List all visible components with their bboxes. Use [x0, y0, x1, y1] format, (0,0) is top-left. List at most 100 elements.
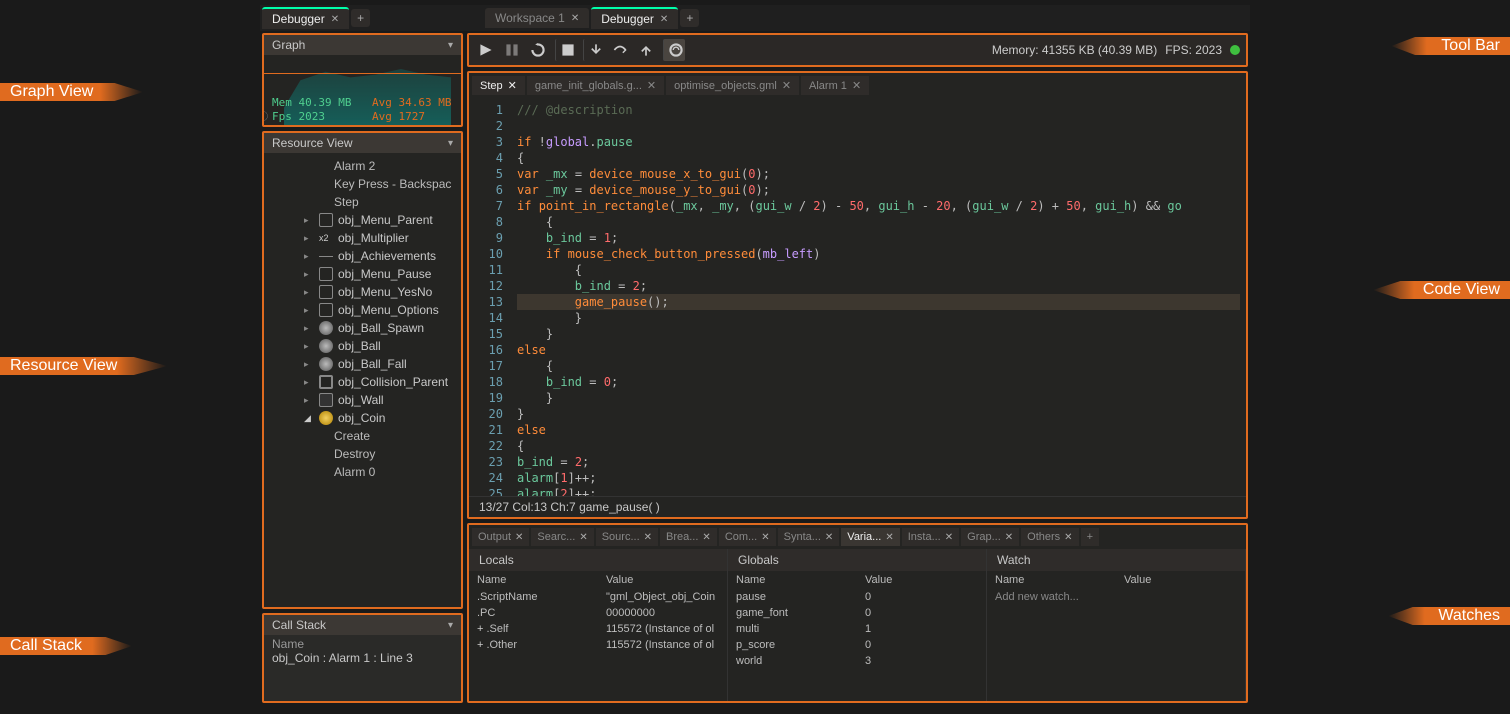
- bottom-tab[interactable]: Sourc...✕: [596, 528, 658, 546]
- watch-row[interactable]: multi1: [728, 621, 986, 637]
- resource-tree[interactable]: Alarm 2Key Press - BackspacStep▸obj_Menu…: [264, 153, 461, 607]
- tree-arrow-icon[interactable]: ◢: [304, 413, 314, 424]
- tree-event[interactable]: Alarm 0: [264, 463, 461, 481]
- close-icon[interactable]: ✕: [702, 532, 710, 543]
- add-tab-button[interactable]: +: [680, 9, 699, 27]
- tree-arrow-icon[interactable]: ▸: [304, 215, 314, 226]
- tree-event[interactable]: Destroy: [264, 445, 461, 463]
- ball-icon: [319, 339, 333, 353]
- close-icon[interactable]: ✕: [1005, 532, 1013, 543]
- close-icon[interactable]: ✕: [508, 79, 517, 92]
- tree-arrow-icon[interactable]: ▸: [304, 305, 314, 316]
- code-tab[interactable]: game_init_globals.g...✕: [527, 76, 664, 95]
- tree-event[interactable]: Key Press - Backspac: [264, 175, 461, 193]
- close-icon[interactable]: ✕: [579, 532, 587, 543]
- tree-item[interactable]: ▸x2obj_Multiplier: [264, 229, 461, 247]
- tree-arrow-icon[interactable]: ▸: [304, 341, 314, 352]
- close-icon[interactable]: ✕: [885, 532, 893, 543]
- tree-item[interactable]: ◢obj_Coin: [264, 409, 461, 427]
- close-icon[interactable]: ✕: [331, 14, 339, 25]
- tree-item[interactable]: ▸obj_Menu_Parent: [264, 211, 461, 229]
- close-icon[interactable]: ✕: [571, 13, 579, 24]
- code-tab[interactable]: optimise_objects.gml✕: [666, 76, 799, 95]
- watch-row[interactable]: +.Other115572 (Instance of ol: [469, 637, 727, 653]
- bottom-tab[interactable]: Others✕: [1021, 528, 1078, 546]
- tree-arrow-icon[interactable]: ▸: [304, 269, 314, 280]
- close-icon[interactable]: ✕: [761, 532, 769, 543]
- stop-button[interactable]: [555, 39, 577, 61]
- graph-header[interactable]: Graph ▾: [264, 35, 461, 55]
- bottom-tab[interactable]: Searc...✕: [531, 528, 593, 546]
- add-watch-placeholder[interactable]: Add new watch...: [987, 589, 1245, 605]
- bottom-tab[interactable]: Insta...✕: [902, 528, 959, 546]
- add-tab-button[interactable]: +: [351, 9, 370, 27]
- watch-row[interactable]: game_font0: [728, 605, 986, 621]
- tree-item[interactable]: ▸obj_Wall: [264, 391, 461, 409]
- pause-button[interactable]: [501, 39, 523, 61]
- code-editor[interactable]: 1234567891011121314151617181920212223242…: [469, 98, 1246, 496]
- step-out-button[interactable]: [635, 39, 657, 61]
- watch-row[interactable]: .ScriptName"gml_Object_obj_Coin: [469, 589, 727, 605]
- tree-event[interactable]: Alarm 2: [264, 157, 461, 175]
- restart-button[interactable]: [527, 39, 549, 61]
- bottom-tab[interactable]: Varia...✕: [841, 528, 899, 546]
- help-icon[interactable]: ⓘ: [262, 108, 268, 123]
- coin-icon: [319, 411, 333, 425]
- tree-item[interactable]: ▸obj_Menu_Options: [264, 301, 461, 319]
- watch-row[interactable]: +.Self115572 (Instance of ol: [469, 621, 727, 637]
- tab-debugger-left[interactable]: Debugger✕: [262, 7, 349, 29]
- tree-arrow-icon[interactable]: ▸: [304, 359, 314, 370]
- tree-arrow-icon[interactable]: ▸: [304, 377, 314, 388]
- tree-item[interactable]: ▸obj_Menu_Pause: [264, 265, 461, 283]
- close-icon[interactable]: ✕: [515, 532, 523, 543]
- bottom-tab[interactable]: Synta...✕: [778, 528, 840, 546]
- tree-item[interactable]: ▸obj_Ball_Spawn: [264, 319, 461, 337]
- bottom-tab[interactable]: Grap...✕: [961, 528, 1019, 546]
- tree-event[interactable]: Create: [264, 427, 461, 445]
- tree-item-label: obj_Menu_YesNo: [338, 285, 432, 299]
- tree-arrow-icon[interactable]: ▸: [304, 251, 314, 262]
- close-icon[interactable]: ✕: [945, 532, 953, 543]
- chevron-down-icon[interactable]: ▾: [448, 138, 453, 149]
- tree-arrow-icon[interactable]: ▸: [304, 233, 314, 244]
- close-icon[interactable]: ✕: [644, 532, 652, 543]
- tree-arrow-icon[interactable]: ▸: [304, 395, 314, 406]
- tree-event[interactable]: Step: [264, 193, 461, 211]
- close-icon[interactable]: ✕: [647, 79, 656, 92]
- tree-item[interactable]: ▸obj_Collision_Parent: [264, 373, 461, 391]
- callout-code-view: Code View: [1373, 281, 1510, 299]
- watch-row[interactable]: p_score0: [728, 637, 986, 653]
- code-tab[interactable]: Alarm 1✕: [801, 76, 869, 95]
- tree-item[interactable]: ▸obj_Achievements: [264, 247, 461, 265]
- watch-row[interactable]: world3: [728, 653, 986, 669]
- code-tab[interactable]: Step✕: [472, 76, 525, 95]
- chevron-down-icon[interactable]: ▾: [448, 620, 453, 631]
- step-over-button[interactable]: [609, 39, 631, 61]
- close-icon[interactable]: ✕: [825, 532, 833, 543]
- realtime-toggle[interactable]: [663, 39, 685, 61]
- bottom-tab[interactable]: Brea...✕: [660, 528, 717, 546]
- callstack-panel: Call Stack ▾ Name obj_Coin : Alarm 1 : L…: [262, 613, 463, 703]
- tree-arrow-icon[interactable]: ▸: [304, 287, 314, 298]
- callstack-header[interactable]: Call Stack ▾: [264, 615, 461, 635]
- close-icon[interactable]: ✕: [782, 79, 791, 92]
- add-tab-button[interactable]: +: [1081, 528, 1099, 546]
- step-into-button[interactable]: [583, 39, 605, 61]
- tree-arrow-icon[interactable]: ▸: [304, 323, 314, 334]
- tree-item[interactable]: ▸obj_Ball: [264, 337, 461, 355]
- play-button[interactable]: [475, 39, 497, 61]
- bottom-tab[interactable]: Com...✕: [719, 528, 776, 546]
- watch-row[interactable]: pause0: [728, 589, 986, 605]
- tree-item[interactable]: ▸obj_Ball_Fall: [264, 355, 461, 373]
- watch-row[interactable]: .PC00000000: [469, 605, 727, 621]
- tab-workspace1[interactable]: Workspace 1✕: [485, 8, 589, 28]
- chevron-down-icon[interactable]: ▾: [448, 40, 453, 51]
- tab-debugger-right[interactable]: Debugger✕: [591, 7, 678, 29]
- bottom-tab[interactable]: Output✕: [472, 528, 529, 546]
- close-icon[interactable]: ✕: [852, 79, 861, 92]
- callstack-entry[interactable]: obj_Coin : Alarm 1 : Line 3: [272, 651, 453, 665]
- close-icon[interactable]: ✕: [660, 14, 668, 25]
- close-icon[interactable]: ✕: [1064, 532, 1072, 543]
- resource-view-header[interactable]: Resource View ▾: [264, 133, 461, 153]
- tree-item[interactable]: ▸ obj_Menu_YesNo: [264, 283, 461, 301]
